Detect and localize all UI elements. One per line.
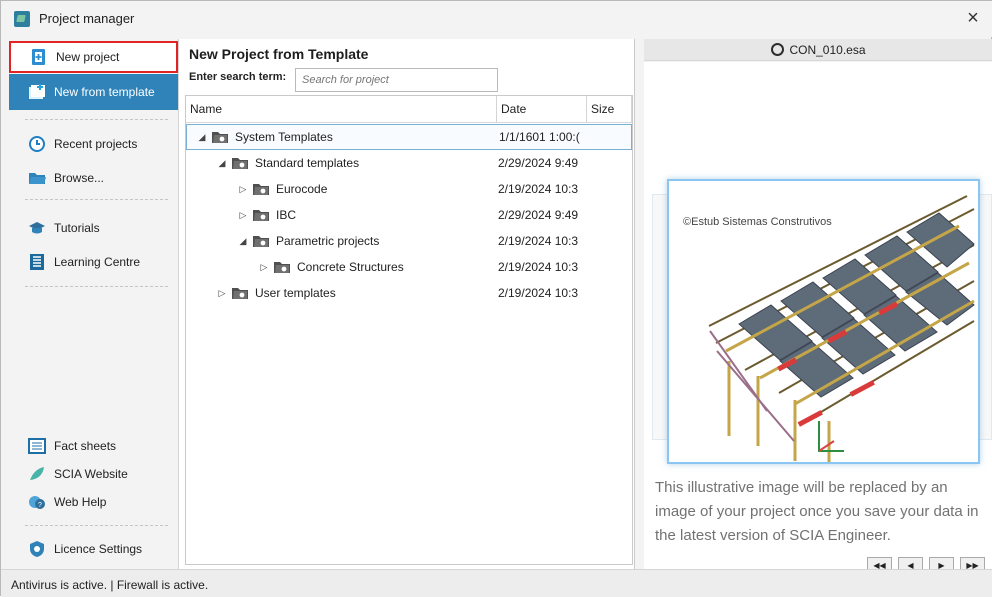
web-help-icon: ? (28, 493, 46, 511)
template-folder-icon (231, 286, 249, 300)
expand-toggle[interactable]: ▷ (213, 288, 231, 299)
sidebar-item-label: Licence Settings (54, 542, 143, 556)
sidebar-item-label: Learning Centre (54, 255, 141, 269)
close-button[interactable]: × (953, 1, 992, 37)
separator (25, 119, 168, 120)
row-date: 2/19/2024 10:3 (498, 182, 579, 196)
preview-header: CON_010.esa (644, 39, 992, 61)
table-row[interactable]: ▷ Concrete Structures 2/19/2024 10:3 (186, 254, 632, 280)
recent-clock-icon (28, 135, 46, 153)
sidebar-item-web-help[interactable]: ? Web Help (9, 486, 178, 518)
new-project-icon (30, 48, 48, 66)
table-row[interactable]: ◢ Standard templates 2/29/2024 9:49 (186, 150, 632, 176)
preview-description: This illustrative image will be replaced… (655, 479, 979, 544)
window-title: Project manager (39, 11, 135, 26)
sidebar-item-new-project[interactable]: New project (9, 41, 178, 73)
table-row[interactable]: ◢ Parametric projects 2/19/2024 10:3 (186, 228, 632, 254)
graduation-cap-icon (28, 219, 46, 237)
expand-toggle[interactable]: ▷ (234, 184, 252, 195)
row-name: User templates (255, 286, 336, 300)
sidebar-item-label: Fact sheets (54, 439, 117, 453)
expand-toggle[interactable]: ▷ (234, 210, 252, 221)
grid-header: Name Date Size (186, 96, 632, 123)
template-folder-icon (252, 234, 270, 248)
sidebar-item-licence-settings[interactable]: Licence Settings (9, 533, 178, 565)
row-date: 2/29/2024 9:49 (498, 208, 579, 222)
sidebar-item-label: Web Help (54, 495, 107, 509)
sidebar-item-label: SCIA Website (54, 467, 128, 481)
preview-card: ©Estub Sistemas Construtivos (667, 179, 980, 464)
project-manager-window: Project manager × New project New from t… (0, 0, 992, 597)
svg-text:?: ? (38, 502, 42, 509)
sidebar-item-label: New from template (54, 85, 155, 99)
row-date: 2/19/2024 10:3 (498, 234, 579, 248)
sidebar-item-browse[interactable]: Browse... (9, 162, 178, 194)
expand-toggle[interactable]: ◢ (213, 158, 231, 169)
status-text: Antivirus is active. | Firewall is activ… (11, 578, 209, 592)
sidebar-item-learning-centre[interactable]: Learning Centre (9, 246, 178, 278)
template-panel: New Project from Template Enter search t… (178, 39, 635, 569)
file-circle-icon (771, 43, 785, 56)
sidebar-item-label: Recent projects (54, 137, 138, 151)
column-name[interactable]: Name (186, 96, 497, 122)
fact-sheet-icon (28, 437, 46, 455)
sidebar-item-label: Browse... (54, 171, 105, 185)
template-folder-icon (252, 182, 270, 196)
column-size[interactable]: Size (587, 96, 632, 122)
table-row[interactable]: ◢ System Templates 1/1/1601 1:00:( (186, 124, 632, 150)
preview-panel: CON_010.esa ©Estub Sistemas Construtivos (641, 39, 992, 574)
preview-pane: ©Estub Sistemas Construtivos This illust… (644, 62, 992, 574)
row-date: 2/29/2024 9:49 (498, 156, 579, 170)
row-date: 2/19/2024 10:3 (498, 260, 579, 274)
preview-file-name: CON_010.esa (789, 43, 866, 57)
status-bar: Antivirus is active. | Firewall is activ… (1, 569, 992, 597)
app-icon (14, 11, 30, 27)
row-name: Standard templates (255, 156, 360, 170)
panel-title: New Project from Template (189, 46, 369, 62)
table-row[interactable]: ▷ IBC 2/29/2024 9:49 (186, 202, 632, 228)
expand-toggle[interactable]: ▷ (255, 262, 273, 273)
row-name: System Templates (235, 130, 333, 144)
search-label: Enter search term: (189, 71, 287, 83)
title-bar: Project manager × (1, 1, 992, 37)
column-date[interactable]: Date (497, 96, 587, 122)
template-folder-icon (211, 130, 229, 144)
sidebar-item-label: Tutorials (54, 221, 100, 235)
separator (25, 199, 168, 200)
sidebar-item-new-from-template[interactable]: New from template (9, 74, 178, 110)
row-name: Concrete Structures (297, 260, 404, 274)
new-from-template-icon (28, 83, 46, 101)
table-row[interactable]: ▷ User templates 2/19/2024 10:3 (186, 280, 632, 306)
licence-shield-icon (28, 540, 46, 558)
learning-book-icon (28, 253, 46, 271)
sidebar-item-label: New project (56, 50, 120, 64)
preview-watermark: ©Estub Sistemas Construtivos (683, 216, 832, 228)
folder-open-icon (28, 169, 46, 187)
template-folder-icon (231, 156, 249, 170)
search-input[interactable] (295, 68, 498, 92)
table-row[interactable]: ▷ Eurocode 2/19/2024 10:3 (186, 176, 632, 202)
expand-toggle[interactable]: ◢ (193, 132, 211, 143)
scia-leaf-icon (28, 465, 46, 483)
row-name: Eurocode (276, 182, 328, 196)
row-name: Parametric projects (276, 234, 380, 248)
template-folder-icon (273, 260, 291, 274)
expand-toggle[interactable]: ◢ (234, 236, 252, 247)
template-tree-grid: Name Date Size ◢ System Templates 1/1/1601… (185, 95, 633, 565)
template-folder-icon (252, 208, 270, 222)
sidebar: New project New from template Recent pro… (7, 39, 178, 569)
sidebar-item-recent-projects[interactable]: Recent projects (9, 128, 178, 160)
separator (25, 525, 168, 526)
row-name: IBC (276, 208, 297, 222)
row-date: 2/19/2024 10:3 (498, 286, 579, 300)
separator (25, 286, 168, 287)
sidebar-item-tutorials[interactable]: Tutorials (9, 212, 178, 244)
row-date: 1/1/1601 1:00:( (499, 130, 580, 144)
